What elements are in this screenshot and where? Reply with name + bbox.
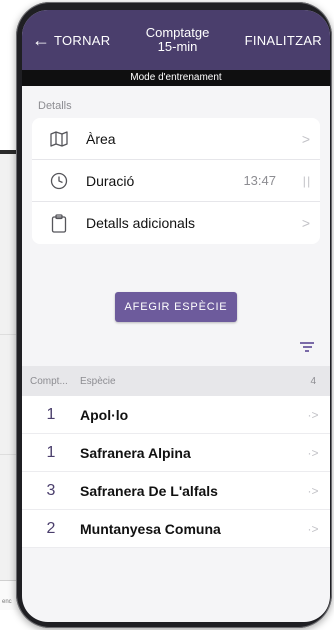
back-button[interactable]: ← TORNAR xyxy=(32,31,110,49)
chevron-right-icon: > xyxy=(301,215,311,231)
back-label: TORNAR xyxy=(54,32,111,48)
arrow-left-icon: ← xyxy=(32,30,50,50)
add-species-area: AFEGIR ESPÈCIE xyxy=(22,292,330,322)
species-total-count: 4 xyxy=(310,375,316,387)
species-list-header: Compt... Espècie 4 xyxy=(22,366,330,396)
species-count: 2 xyxy=(46,519,56,537)
detail-row-area[interactable]: Àrea > xyxy=(32,118,320,160)
species-count: 1 xyxy=(46,443,56,461)
species-count: 1 xyxy=(46,405,56,423)
map-icon xyxy=(32,130,86,147)
title-line-2: 15-min xyxy=(157,39,198,54)
filter-row xyxy=(22,322,330,366)
details-section-title: Detalls xyxy=(38,100,72,112)
chevron-right-icon: ·> xyxy=(307,521,319,536)
species-name: Safranera De L'alfals xyxy=(80,482,218,499)
duration-value: 13:47 xyxy=(243,173,276,188)
clipboard-icon xyxy=(32,213,86,233)
add-species-button[interactable]: AFEGIR ESPÈCIE xyxy=(114,292,238,322)
detail-row-additional[interactable]: Detalls adicionals > xyxy=(32,202,320,244)
chevron-right-icon: > xyxy=(301,130,311,147)
finish-button[interactable]: FINALITZAR xyxy=(245,33,322,48)
species-row[interactable]: 3 Safranera De L'alfals ·> xyxy=(22,472,330,510)
detail-label: Detalls adicionals xyxy=(86,215,195,231)
filter-icon[interactable] xyxy=(300,342,314,352)
species-name: Muntanyesa Comuna xyxy=(80,520,221,537)
chevron-right-icon: ·> xyxy=(307,445,319,460)
pause-icon[interactable]: | | xyxy=(292,174,320,188)
details-card: Àrea > Duració 13:47 | | Detalls adicion… xyxy=(32,118,320,244)
species-column-header: Espècie xyxy=(80,375,116,387)
clock-icon xyxy=(32,172,86,190)
chevron-right-icon: ·> xyxy=(307,407,319,422)
detail-label: Àrea xyxy=(86,130,116,147)
species-row[interactable]: 2 Muntanyesa Comuna ·> xyxy=(22,510,330,548)
species-row[interactable]: 1 Safranera Alpina ·> xyxy=(22,434,330,472)
count-column-header: Compt... xyxy=(30,375,68,387)
species-name: Safranera Alpina xyxy=(80,444,191,461)
title-line-1: Comptatge xyxy=(145,25,210,40)
species-count: 3 xyxy=(46,481,56,499)
chevron-right-icon: ·> xyxy=(307,483,319,498)
app-screen: ← TORNAR Comptatge 15-min FINALITZAR Mod… xyxy=(22,10,330,622)
training-mode-banner: Mode d'entrenament xyxy=(22,70,330,86)
detail-row-duration[interactable]: Duració 13:47 | | xyxy=(32,160,320,202)
detail-label: Duració xyxy=(86,172,135,189)
app-bar: ← TORNAR Comptatge 15-min FINALITZAR xyxy=(22,10,330,70)
species-name: Apol·lo xyxy=(80,406,129,423)
page-title: Comptatge 15-min xyxy=(110,26,244,54)
species-row[interactable]: 1 Apol·lo ·> xyxy=(22,396,330,434)
